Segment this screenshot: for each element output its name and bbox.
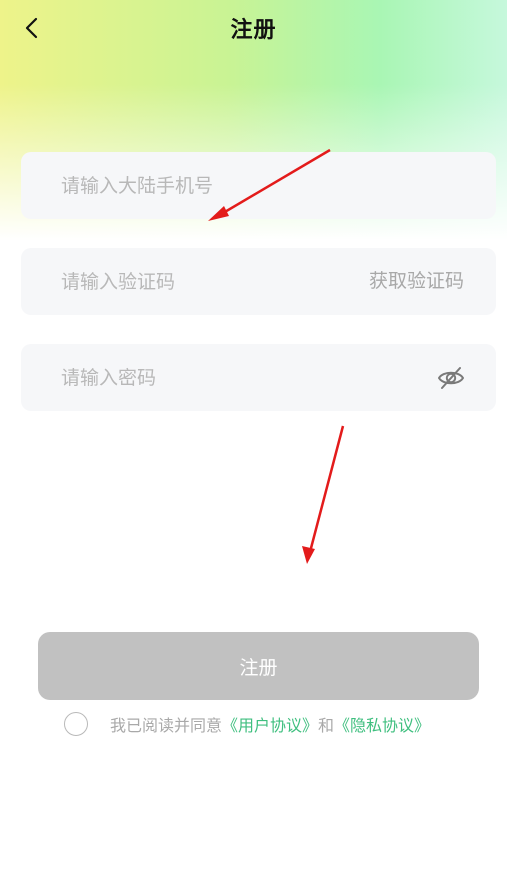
arrow-to-register-button [302,425,345,564]
password-input[interactable] [61,344,341,411]
user-agreement-link[interactable]: 《用户协议》 [222,716,318,735]
verification-code-input[interactable] [61,248,341,315]
agreement-prefix: 我已阅读并同意 [110,716,223,735]
phone-input[interactable] [61,152,341,219]
agreement-text: 我已阅读并同意《用户协议》和《隐私协议》 [110,712,430,736]
agreement-checkbox[interactable] [64,712,88,736]
phone-field [21,152,496,219]
eye-slash-icon[interactable] [436,363,466,393]
agreement-row: 我已阅读并同意《用户协议》和《隐私协议》 [64,709,430,739]
top-bar: 注册 [0,0,507,56]
page-title: 注册 [230,18,277,43]
password-field [21,344,496,411]
register-button[interactable]: 注册 [38,632,479,700]
privacy-agreement-link[interactable]: 《隐私协议》 [334,716,430,735]
verification-code-field: 获取验证码 [21,248,496,315]
get-code-button[interactable]: 获取验证码 [369,248,464,315]
agreement-conjunction: 和 [318,716,335,735]
